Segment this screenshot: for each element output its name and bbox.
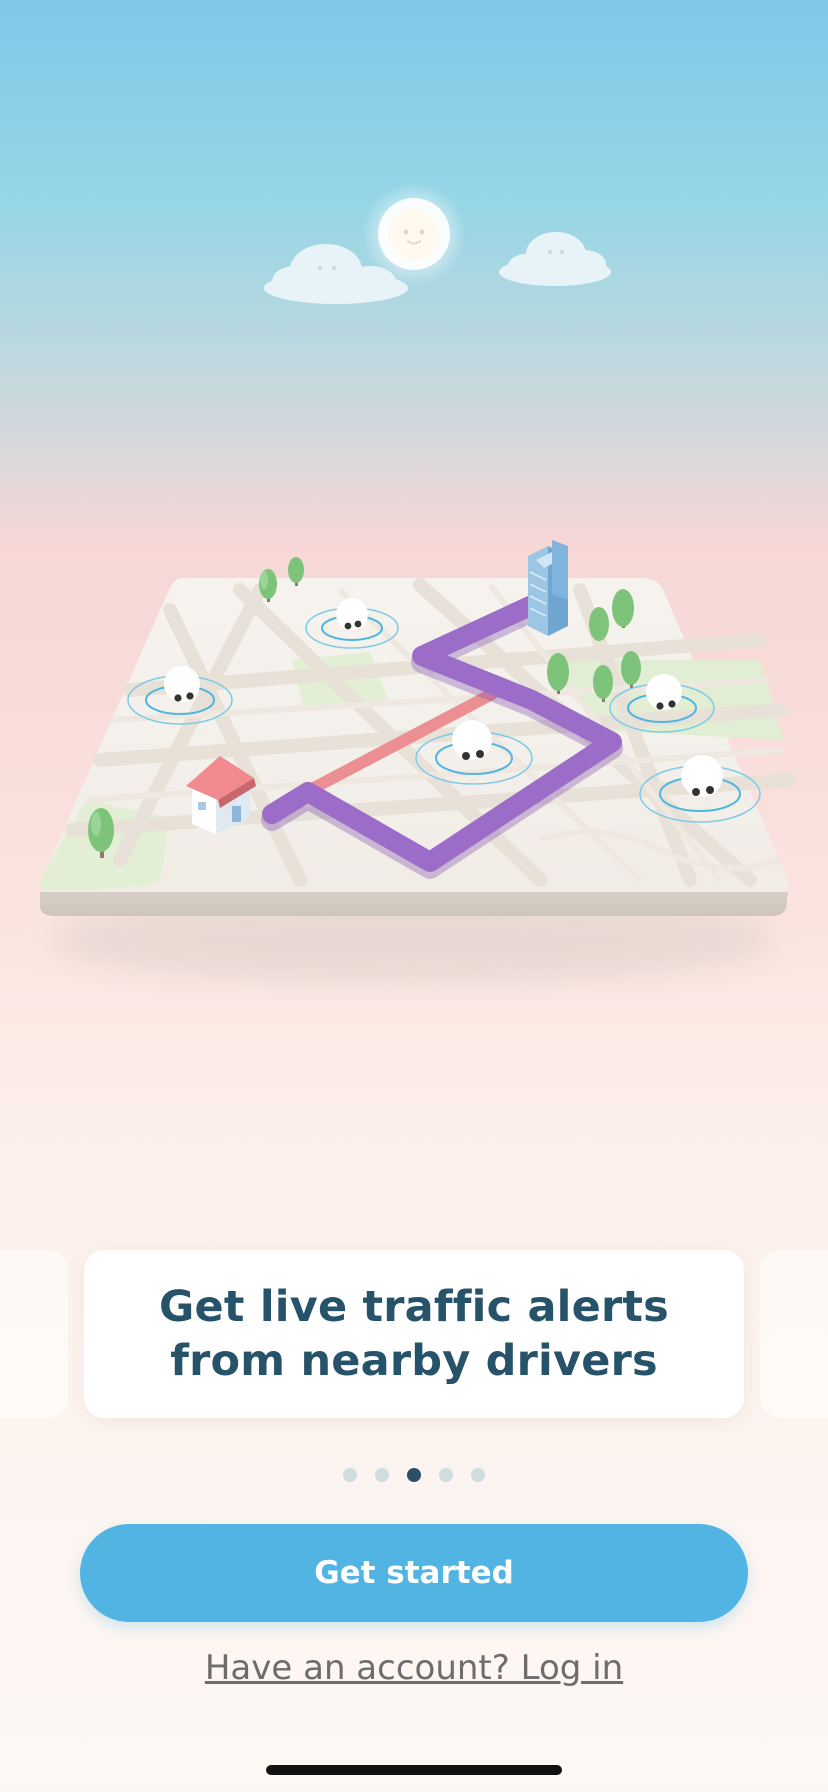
slide-title-line-1: Get live traffic alerts [159, 1282, 669, 1332]
next-slide-card[interactable] [760, 1250, 828, 1418]
building-icon [528, 540, 568, 636]
previous-slide-card[interactable] [0, 1250, 68, 1418]
page-indicator[interactable] [0, 1468, 828, 1482]
slide-title-line-2: from nearby drivers [170, 1336, 658, 1386]
page-dot-4[interactable] [439, 1468, 453, 1482]
login-link[interactable]: Have an account? Log in [0, 1648, 828, 1688]
onboarding-illustration [0, 0, 828, 1100]
page-dot-2[interactable] [375, 1468, 389, 1482]
page-dot-3-active[interactable] [407, 1468, 421, 1482]
slide-title: Get live traffic alerts from nearby driv… [159, 1280, 669, 1388]
city-map-board [39, 540, 797, 916]
cloud-icon [499, 232, 611, 286]
home-indicator[interactable] [266, 1765, 562, 1775]
get-started-button[interactable]: Get started [80, 1524, 748, 1622]
onboarding-carousel[interactable]: Get live traffic alerts from nearby driv… [0, 1250, 828, 1420]
page-dot-1[interactable] [343, 1468, 357, 1482]
page-dot-5[interactable] [471, 1468, 485, 1482]
slide-card[interactable]: Get live traffic alerts from nearby driv… [84, 1250, 744, 1418]
